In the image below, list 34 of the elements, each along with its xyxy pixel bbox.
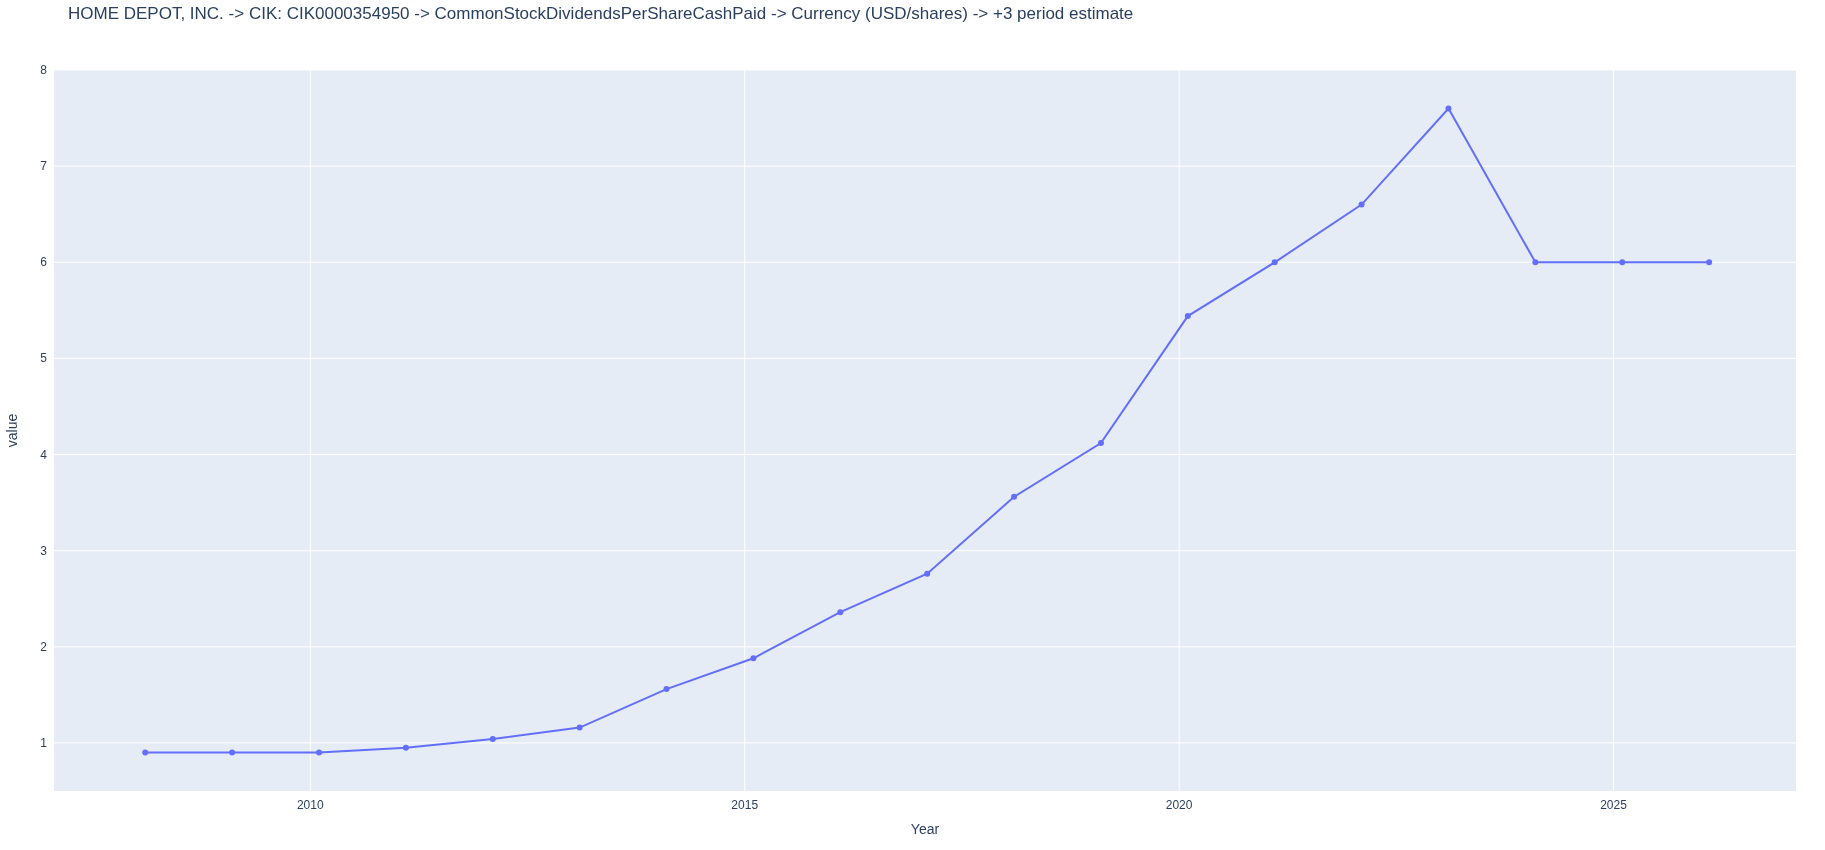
chart-title: HOME DEPOT, INC. -> CIK: CIK0000354950 -> CommonStockDividendsPerShareCashPaid -> Currency (USD/shares) -> +3 period estimate — [68, 4, 1134, 23]
data-point — [1271, 259, 1278, 266]
axis-tick-label: 1 — [40, 735, 47, 750]
axis-tick-label: 2020 — [1165, 798, 1193, 812]
axis-tick-label: 3 — [40, 543, 47, 558]
data-point — [1445, 105, 1452, 112]
axis-tick-label: 4 — [40, 447, 47, 462]
data-point — [1619, 259, 1626, 266]
axis-tick-label: 2 — [40, 639, 47, 654]
data-point — [750, 655, 757, 662]
data-point — [1532, 259, 1539, 266]
data-point — [229, 749, 236, 756]
data-point — [837, 609, 844, 616]
axis-tick-label: 5 — [40, 351, 47, 366]
data-point — [142, 749, 149, 756]
axis-tick-label: 2025 — [1600, 798, 1627, 812]
axis-tick-label: 2010 — [296, 798, 324, 812]
axis-title: Year — [910, 821, 940, 837]
data-point — [1358, 201, 1365, 208]
data-point — [489, 736, 496, 743]
axis-tick-label: 6 — [40, 255, 47, 270]
data-point — [1097, 440, 1104, 446]
axis-tick-label: 2015 — [731, 798, 759, 812]
data-point — [316, 749, 322, 756]
data-point — [1706, 259, 1713, 266]
axis-title: value — [4, 413, 20, 448]
data-point — [1184, 313, 1191, 320]
axis-tick-label: 8 — [40, 63, 47, 77]
data-point — [924, 570, 931, 577]
data-point — [402, 744, 409, 751]
data-point — [1011, 493, 1018, 500]
data-point — [663, 686, 670, 693]
axis-tick-label: 7 — [40, 159, 47, 174]
data-point — [576, 724, 583, 731]
